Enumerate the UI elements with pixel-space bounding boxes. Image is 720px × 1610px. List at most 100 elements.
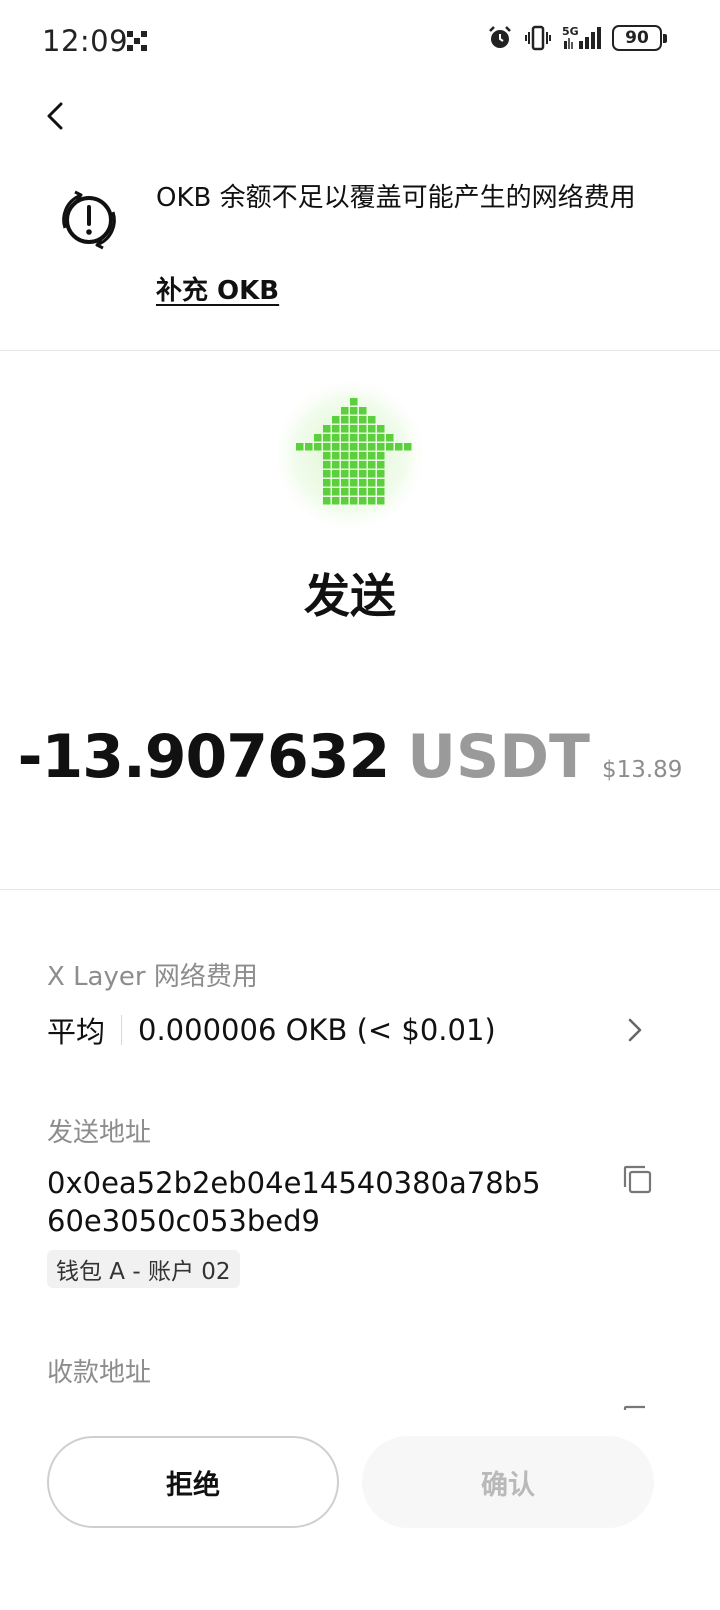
copy-icon[interactable] xyxy=(618,1160,658,1200)
arrow-pixel xyxy=(341,470,349,478)
arrow-pixel xyxy=(332,488,340,496)
arrow-pixel xyxy=(395,443,403,451)
arrow-pixel xyxy=(359,425,367,433)
arrow-pixel xyxy=(377,488,385,496)
fee-separator xyxy=(121,1015,123,1045)
arrow-pixel xyxy=(323,461,331,469)
arrow-pixel xyxy=(359,407,367,415)
arrow-pixel xyxy=(323,443,331,451)
arrow-pixel xyxy=(368,461,376,469)
arrow-pixel xyxy=(350,497,358,505)
reject-button[interactable]: 拒绝 xyxy=(47,1436,339,1528)
arrow-pixel xyxy=(323,434,331,442)
arrow-pixel xyxy=(332,416,340,424)
arrow-pixel xyxy=(368,434,376,442)
fee-value: 0.000006 OKB (< $0.01) xyxy=(138,1013,496,1047)
arrow-pixel xyxy=(386,443,394,451)
arrow-pixel xyxy=(368,497,376,505)
arrow-pixel xyxy=(350,425,358,433)
arrow-pixel xyxy=(377,479,385,487)
arrow-pixel xyxy=(332,452,340,460)
arrow-pixel xyxy=(332,443,340,451)
arrow-pixel xyxy=(323,470,331,478)
arrow-pixel xyxy=(359,488,367,496)
amount-value: -13.907632 xyxy=(17,722,391,792)
fee-speed: 平均 xyxy=(47,1015,106,1049)
network-fee-selector[interactable]: 平均 0.000006 OKB (< $0.01) xyxy=(47,1008,667,1052)
arrow-pixel xyxy=(323,488,331,496)
arrow-pixel xyxy=(350,434,358,442)
send-title: 发送 xyxy=(304,569,396,623)
arrow-pixel xyxy=(341,407,349,415)
send-arrow-icon xyxy=(270,375,430,535)
arrow-pixel xyxy=(350,398,358,406)
amount-unit: USDT xyxy=(407,722,590,792)
arrow-pixel xyxy=(359,443,367,451)
arrow-pixel xyxy=(341,452,349,460)
arrow-pixel xyxy=(332,470,340,478)
arrow-pixel xyxy=(359,470,367,478)
battery-icon: 90 xyxy=(612,25,667,51)
transaction-confirm-screen: 12:09 5G 90 OKB 余额不足以覆盖可能产生的网络费用 补充 OKB … xyxy=(0,0,720,1610)
arrow-pixel xyxy=(341,443,349,451)
arrow-pixel xyxy=(377,470,385,478)
signal-icon: 5G xyxy=(562,25,601,49)
arrow-pixel xyxy=(368,416,376,424)
sender-address: 0x0ea52b2eb04e14540380a78b560e3050c053be… xyxy=(47,1166,541,1238)
arrow-pixel xyxy=(350,443,358,451)
arrow-pixel xyxy=(359,416,367,424)
chevron-right-icon[interactable] xyxy=(620,1012,650,1048)
arrow-pixel xyxy=(386,434,394,442)
arrow-pixel xyxy=(341,461,349,469)
app-grid-icon xyxy=(127,31,147,51)
status-bar: 12:09 5G 90 xyxy=(0,0,720,80)
arrow-pixel xyxy=(377,443,385,451)
amount-usd-value: $13.89 xyxy=(601,757,683,783)
action-footer: 拒绝 确认 xyxy=(0,1410,720,1610)
status-icons: 5G 90 xyxy=(486,24,667,52)
arrow-pixel xyxy=(377,425,385,433)
arrow-pixel xyxy=(323,497,331,505)
network-fee-label: X Layer 网络费用 xyxy=(47,962,258,992)
arrow-pixel xyxy=(332,425,340,433)
vibrate-icon xyxy=(525,25,551,51)
battery-level: 90 xyxy=(625,28,649,48)
arrow-pixel xyxy=(332,497,340,505)
arrow-pixel xyxy=(332,461,340,469)
arrow-pixel xyxy=(359,452,367,460)
alarm-icon xyxy=(489,26,511,48)
arrow-pixel xyxy=(350,407,358,415)
arrow-pixel xyxy=(377,452,385,460)
confirm-button[interactable]: 确认 xyxy=(362,1436,654,1528)
arrow-pixel xyxy=(359,497,367,505)
arrow-pixel xyxy=(341,488,349,496)
insufficient-balance-warning: OKB 余额不足以覆盖可能产生的网络费用 xyxy=(156,183,636,213)
divider-middle xyxy=(0,889,720,890)
divider-top xyxy=(0,350,720,351)
arrow-pixel xyxy=(314,443,322,451)
arrow-pixel xyxy=(350,479,358,487)
arrow-pixel xyxy=(341,434,349,442)
arrow-pixel xyxy=(350,452,358,460)
arrow-pixel xyxy=(377,434,385,442)
arrow-pixel xyxy=(305,443,313,451)
arrow-pixel xyxy=(341,497,349,505)
arrow-pixel xyxy=(350,470,358,478)
status-time: 12:09 xyxy=(42,24,129,58)
arrow-pixel xyxy=(377,497,385,505)
arrow-pixel xyxy=(323,425,331,433)
arrow-pixel xyxy=(341,479,349,487)
svg-text:5G: 5G xyxy=(562,25,579,38)
arrow-pixel xyxy=(404,443,412,451)
arrow-pixel xyxy=(350,461,358,469)
arrow-pixel xyxy=(368,425,376,433)
arrow-pixel xyxy=(350,488,358,496)
arrow-pixel xyxy=(368,479,376,487)
arrow-pixel xyxy=(377,461,385,469)
top-up-okb-link[interactable]: 补充 OKB xyxy=(156,270,279,307)
back-icon[interactable] xyxy=(36,96,76,136)
arrow-pixel xyxy=(323,452,331,460)
arrow-pixel xyxy=(341,416,349,424)
account-badge: 钱包 A - 账户 02 xyxy=(47,1250,240,1288)
arrow-pixel xyxy=(341,425,349,433)
